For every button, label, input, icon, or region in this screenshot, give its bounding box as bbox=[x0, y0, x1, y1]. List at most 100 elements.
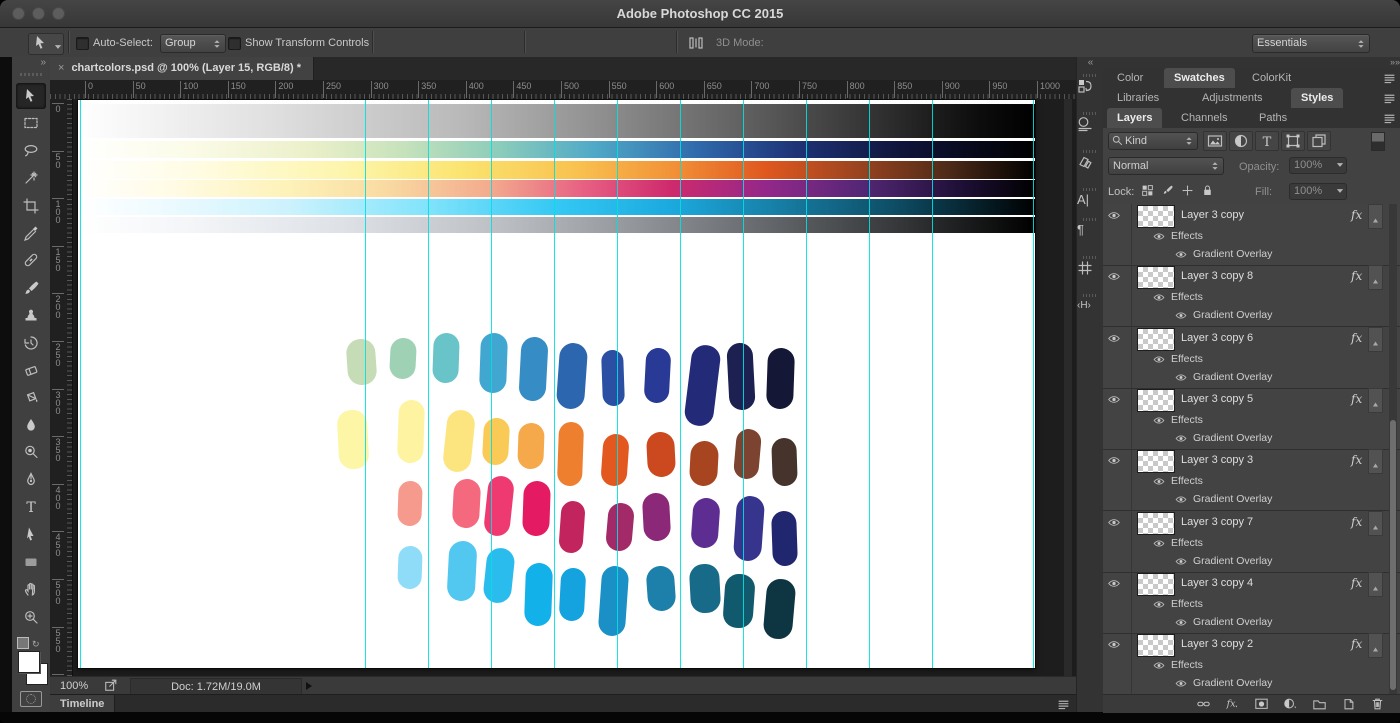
layer-mask-icon[interactable] bbox=[1249, 696, 1273, 712]
gradient-overlay-label[interactable]: Gradient Overlay bbox=[1193, 432, 1272, 444]
crop-tool[interactable] bbox=[16, 193, 46, 219]
collapse-effects-icon[interactable] bbox=[1368, 204, 1383, 229]
gradient-overlay-label[interactable]: Gradient Overlay bbox=[1193, 555, 1272, 567]
dodge-tool[interactable] bbox=[16, 439, 46, 465]
document-canvas[interactable] bbox=[78, 100, 1035, 668]
swap-colors-icon[interactable] bbox=[17, 637, 29, 649]
layer-fx-badge[interactable]: fx bbox=[1351, 208, 1362, 222]
delete-layer-icon[interactable] bbox=[1365, 696, 1389, 712]
blend-mode-dropdown[interactable]: Normal bbox=[1108, 157, 1224, 175]
color-pill[interactable] bbox=[646, 431, 676, 477]
lasso-tool[interactable] bbox=[16, 138, 46, 164]
auto-select-dropdown[interactable]: Group bbox=[160, 34, 226, 53]
gradient-overlay-visibility-eye-icon[interactable] bbox=[1175, 371, 1189, 382]
color-pill[interactable] bbox=[452, 478, 482, 528]
collapse-effects-icon[interactable] bbox=[1368, 265, 1383, 290]
layer-name[interactable]: Layer 3 copy 5 bbox=[1181, 393, 1253, 405]
filter-kind-dropdown[interactable]: Kind bbox=[1108, 132, 1198, 150]
new-group-icon[interactable] bbox=[1307, 696, 1331, 712]
tab-libraries[interactable]: Libraries bbox=[1107, 88, 1169, 108]
move-tool[interactable] bbox=[16, 83, 46, 109]
layer-style-icon[interactable]: fx bbox=[1220, 696, 1244, 712]
healing-brush-tool[interactable] bbox=[16, 247, 46, 273]
effects-visibility-eye-icon[interactable] bbox=[1153, 230, 1167, 241]
close-tab-icon[interactable]: × bbox=[58, 62, 64, 74]
color-pill[interactable] bbox=[558, 500, 586, 554]
timeline-tab[interactable]: Timeline bbox=[50, 695, 115, 713]
gradient-overlay-label[interactable]: Gradient Overlay bbox=[1193, 493, 1272, 505]
layer-name[interactable]: Layer 3 copy 3 bbox=[1181, 454, 1253, 466]
color-pill[interactable] bbox=[642, 492, 671, 541]
tab-swatches[interactable]: Swatches bbox=[1164, 68, 1235, 88]
color-pill[interactable] bbox=[442, 409, 476, 474]
collapse-effects-icon[interactable] bbox=[1368, 449, 1383, 474]
color-pill[interactable] bbox=[559, 567, 587, 621]
color-pill[interactable] bbox=[733, 428, 762, 480]
layer-name[interactable]: Layer 3 copy 8 bbox=[1181, 270, 1253, 282]
color-pill[interactable] bbox=[556, 342, 589, 410]
gradient-bar-4[interactable] bbox=[78, 180, 1035, 197]
effects-label[interactable]: Effects bbox=[1171, 414, 1203, 426]
pen-tool[interactable] bbox=[16, 467, 46, 493]
hand-tool[interactable] bbox=[16, 576, 46, 602]
color-pill[interactable] bbox=[517, 423, 545, 470]
gradient-bar-3[interactable] bbox=[78, 161, 1035, 179]
color-pill[interactable] bbox=[557, 422, 584, 487]
color-pill[interactable] bbox=[389, 337, 417, 379]
filter-pixel-layers-icon[interactable] bbox=[1203, 131, 1227, 151]
effects-visibility-eye-icon[interactable] bbox=[1153, 291, 1167, 302]
marquee-tool[interactable] bbox=[16, 110, 46, 136]
gradient-overlay-visibility-eye-icon[interactable] bbox=[1175, 677, 1189, 688]
tab-paths[interactable]: Paths bbox=[1249, 108, 1297, 128]
gradient-overlay-label[interactable]: Gradient Overlay bbox=[1193, 309, 1272, 321]
layer-visibility-eye-icon[interactable] bbox=[1107, 332, 1123, 345]
tab-styles[interactable]: Styles bbox=[1291, 88, 1343, 108]
effects-label[interactable]: Effects bbox=[1171, 353, 1203, 365]
layer-thumbnail[interactable] bbox=[1137, 328, 1175, 351]
gradient-bar-2[interactable] bbox=[78, 141, 1035, 158]
color-pill[interactable] bbox=[600, 433, 630, 487]
layer-visibility-eye-icon[interactable] bbox=[1107, 393, 1123, 406]
layer-visibility-eye-icon[interactable] bbox=[1107, 516, 1123, 529]
layer-fx-badge[interactable]: fx bbox=[1351, 392, 1362, 406]
color-pill[interactable] bbox=[482, 547, 516, 605]
layer-fx-badge[interactable]: fx bbox=[1351, 269, 1362, 283]
layer-visibility-eye-icon[interactable] bbox=[1107, 454, 1123, 467]
canvas-scrollbar[interactable] bbox=[1064, 99, 1072, 676]
effects-visibility-eye-icon[interactable] bbox=[1153, 598, 1167, 609]
effects-label[interactable]: Effects bbox=[1171, 475, 1203, 487]
color-pill[interactable] bbox=[605, 502, 635, 552]
color-pill[interactable] bbox=[644, 347, 672, 403]
workspace-dropdown[interactable]: Essentials bbox=[1252, 34, 1370, 53]
clone-source-icon[interactable] bbox=[1077, 147, 1104, 173]
layer-visibility-eye-icon[interactable] bbox=[1107, 577, 1123, 590]
color-pill[interactable] bbox=[345, 338, 377, 386]
status-options-arrow-icon[interactable] bbox=[306, 682, 312, 690]
layer-visibility-eye-icon[interactable] bbox=[1107, 270, 1123, 283]
color-pill[interactable] bbox=[397, 546, 422, 590]
gradient-overlay-visibility-eye-icon[interactable] bbox=[1175, 248, 1189, 259]
paragraph-panel-icon[interactable]: ¶ bbox=[1077, 215, 1104, 241]
layer-name[interactable]: Layer 3 copy 7 bbox=[1181, 516, 1253, 528]
type-tool[interactable]: T bbox=[16, 494, 46, 520]
color-pill[interactable] bbox=[690, 497, 720, 549]
color-pill[interactable] bbox=[645, 565, 676, 612]
html-panel-icon[interactable]: ‹H› bbox=[1077, 291, 1104, 317]
color-pill[interactable] bbox=[483, 475, 515, 537]
gradient-bar-1[interactable] bbox=[78, 104, 1035, 138]
layer-fx-badge[interactable]: fx bbox=[1351, 331, 1362, 345]
tab-channels[interactable]: Channels bbox=[1171, 108, 1237, 128]
color-pill[interactable] bbox=[479, 333, 508, 394]
foreground-color-swatch[interactable] bbox=[18, 651, 40, 673]
color-pill[interactable] bbox=[771, 438, 798, 487]
gradient-overlay-label[interactable]: Gradient Overlay bbox=[1193, 677, 1272, 689]
filter-smart-objects-icon[interactable] bbox=[1307, 131, 1331, 151]
horizontal-ruler[interactable]: 0501001502002503003504004505005506006507… bbox=[50, 80, 1076, 100]
collapse-effects-icon[interactable] bbox=[1368, 388, 1383, 413]
color-pill[interactable] bbox=[598, 565, 630, 637]
layer-fx-badge[interactable]: fx bbox=[1351, 576, 1362, 590]
path-selection-tool[interactable] bbox=[16, 521, 46, 547]
layer-thumbnail[interactable] bbox=[1137, 205, 1175, 228]
scrollbar-thumb[interactable] bbox=[1390, 420, 1396, 690]
layer-name[interactable]: Layer 3 copy 6 bbox=[1181, 332, 1253, 344]
